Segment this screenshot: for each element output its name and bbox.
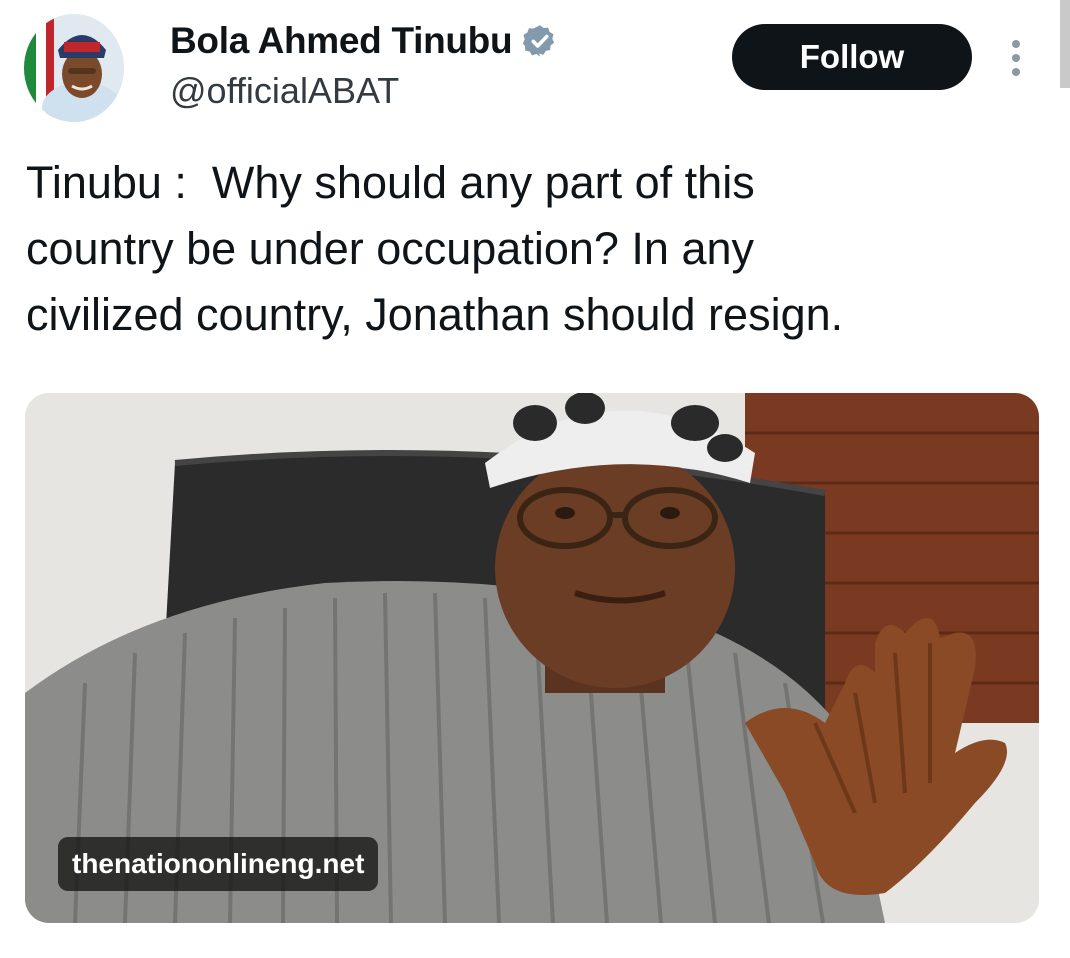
more-vertical-icon[interactable] <box>1004 36 1028 80</box>
author-handle[interactable]: @officialABAT <box>170 70 399 112</box>
author-name-row[interactable]: Bola Ahmed Tinubu <box>170 20 558 62</box>
author-name[interactable]: Bola Ahmed Tinubu <box>170 20 513 62</box>
tweet-text: Tinubu : Why should any part of this cou… <box>26 157 844 340</box>
scrollbar[interactable] <box>1060 0 1070 88</box>
profile-avatar-image <box>24 14 124 122</box>
tweet-header: Bola Ahmed Tinubu @officialABAT Follow <box>24 14 1046 124</box>
follow-button[interactable]: Follow <box>732 24 972 90</box>
avatar[interactable] <box>24 14 124 122</box>
image-source-label: thenationonlineng.net <box>58 837 379 891</box>
verified-badge-icon <box>523 25 555 57</box>
